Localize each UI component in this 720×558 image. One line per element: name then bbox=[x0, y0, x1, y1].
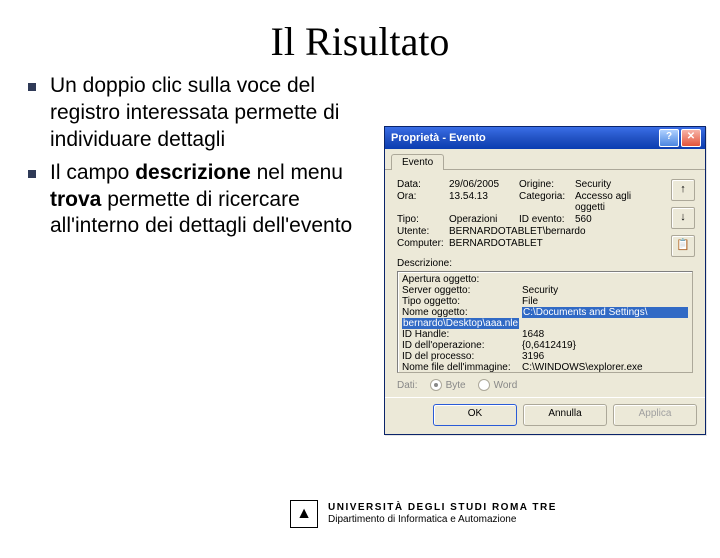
desc-l8l: Nome file dell'immagine: bbox=[402, 362, 522, 373]
label-descrizione: Descrizione: bbox=[397, 258, 699, 269]
label-utente: Utente: bbox=[397, 226, 449, 237]
value-id-evento: 560 bbox=[575, 214, 635, 225]
value-categoria: Accesso agli oggetti bbox=[575, 191, 635, 213]
desc-l7v: 3196 bbox=[522, 351, 688, 362]
desc-l2v: Security bbox=[522, 285, 688, 296]
cancel-button[interactable]: Annulla bbox=[523, 404, 607, 426]
tab-evento[interactable]: Evento bbox=[391, 154, 444, 170]
label-computer: Computer: bbox=[397, 238, 449, 249]
data-format-row: Dati: Byte Word bbox=[397, 379, 699, 391]
event-properties-dialog: Proprietà - Evento ? ✕ Evento Data: 29/0… bbox=[384, 126, 706, 435]
bullet-1: Un doppio clic sulla voce del registro i… bbox=[28, 73, 368, 154]
radio-dot-icon bbox=[430, 379, 442, 391]
next-event-button[interactable]: ↓ bbox=[671, 207, 695, 229]
footer-line2: Dipartimento di Informatica e Automazion… bbox=[328, 514, 557, 526]
value-tipo: Operazioni bbox=[449, 214, 519, 225]
label-tipo: Tipo: bbox=[397, 214, 449, 225]
radio-byte[interactable]: Byte bbox=[430, 379, 466, 391]
footer-line1: UNIVERSITÀ DEGLI STUDI ROMA TRE bbox=[328, 502, 557, 514]
slide-title: Il Risultato bbox=[0, 18, 720, 65]
label-data: Data: bbox=[397, 179, 449, 190]
description-box[interactable]: Apertura oggetto: Server oggetto:Securit… bbox=[397, 271, 693, 373]
label-origine: Origine: bbox=[519, 179, 575, 190]
desc-l3v: File bbox=[522, 296, 688, 307]
desc-l2l: Server oggetto: bbox=[402, 285, 522, 296]
radio-word[interactable]: Word bbox=[478, 379, 518, 391]
prev-event-button[interactable]: ↑ bbox=[671, 179, 695, 201]
value-utente: BERNARDOTABLET\bernardo bbox=[449, 226, 635, 237]
desc-l5l: ID Handle: bbox=[402, 329, 522, 340]
desc-l7l: ID del processo: bbox=[402, 351, 522, 362]
tabbar: Evento bbox=[385, 149, 705, 170]
value-origine: Security bbox=[575, 179, 635, 190]
desc-l6v: {0,6412419} bbox=[522, 340, 688, 351]
desc-l3l: Tipo oggetto: bbox=[402, 296, 522, 307]
desc-l4hl: bernardo\Desktop\aaa.nle bbox=[402, 318, 519, 329]
desc-l5v: 1648 bbox=[522, 329, 688, 340]
bullet-list: Un doppio clic sulla voce del registro i… bbox=[28, 73, 368, 246]
university-logo-icon: ▲ bbox=[290, 500, 318, 528]
value-ora: 13.54.13 bbox=[449, 191, 519, 213]
close-button[interactable]: ✕ bbox=[681, 129, 701, 147]
window-title: Proprietà - Evento bbox=[391, 132, 657, 144]
bullet-2: Il campo descrizione nel menu trova perm… bbox=[28, 160, 368, 241]
label-dati: Dati: bbox=[397, 380, 418, 391]
label-id-evento: ID evento: bbox=[519, 214, 575, 225]
desc-l4l: Nome oggetto: bbox=[402, 307, 522, 318]
value-computer: BERNARDOTABLET bbox=[449, 238, 635, 249]
titlebar[interactable]: Proprietà - Evento ? ✕ bbox=[385, 127, 705, 149]
desc-l6l: ID dell'operazione: bbox=[402, 340, 522, 351]
dialog-button-bar: OK Annulla Applica bbox=[385, 397, 705, 434]
apply-button[interactable]: Applica bbox=[613, 404, 697, 426]
footer: ▲ UNIVERSITÀ DEGLI STUDI ROMA TRE Dipart… bbox=[290, 500, 557, 528]
radio-dot-icon bbox=[478, 379, 490, 391]
desc-l1: Apertura oggetto: bbox=[402, 274, 522, 285]
ok-button[interactable]: OK bbox=[433, 404, 517, 426]
desc-l4v: C:\Documents and Settings\ bbox=[522, 307, 688, 318]
copy-button[interactable]: 📋 bbox=[671, 235, 695, 257]
event-header-fields: Data: 29/06/2005 Origine: Security Ora: … bbox=[391, 174, 635, 252]
label-ora: Ora: bbox=[397, 191, 449, 213]
value-data: 29/06/2005 bbox=[449, 179, 519, 190]
help-button[interactable]: ? bbox=[659, 129, 679, 147]
label-categoria: Categoria: bbox=[519, 191, 575, 213]
desc-l8v: C:\WINDOWS\explorer.exe bbox=[522, 362, 688, 373]
